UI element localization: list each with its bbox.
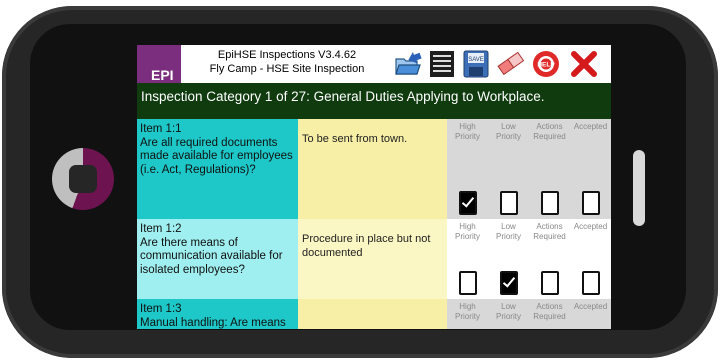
low-priority-checkbox[interactable] bbox=[500, 191, 518, 215]
checks-cell: High Priority Low Priority Actions Requi… bbox=[447, 119, 611, 219]
comment-text: To be sent from town. bbox=[302, 133, 408, 145]
low-priority-col: Low Priority bbox=[488, 299, 529, 329]
low-priority-label: Low Priority bbox=[496, 302, 521, 321]
logo-text: EPI bbox=[151, 67, 174, 83]
app-screen: EPI EpiHSE Inspections V3.4.62 Fly Camp … bbox=[137, 45, 611, 329]
accepted-checkbox[interactable] bbox=[582, 271, 600, 295]
low-priority-col: Low Priority bbox=[488, 119, 529, 219]
actions-required-col: Actions Required bbox=[529, 299, 570, 329]
inspection-row: Item 1:2 Are there means of communicatio… bbox=[137, 219, 611, 299]
app-header: EPI EpiHSE Inspections V3.4.62 Fly Camp … bbox=[137, 45, 611, 83]
high-priority-col: High Priority bbox=[447, 119, 488, 219]
item-label: Item 1:1 bbox=[140, 123, 182, 135]
item-label: Item 1:2 bbox=[140, 223, 182, 235]
high-priority-checkbox[interactable] bbox=[459, 191, 477, 215]
actions-required-label: Actions Required bbox=[533, 222, 566, 241]
accepted-col: Accepted bbox=[570, 119, 611, 219]
comment-text: Procedure in place but not documented bbox=[302, 233, 431, 259]
app-title: EpiHSE Inspections V3.4.62 Fly Camp - HS… bbox=[187, 48, 387, 76]
item-cell[interactable]: Item 1:2 Are there means of communicatio… bbox=[137, 219, 298, 299]
accepted-label: Accepted bbox=[573, 122, 608, 131]
list-icon[interactable] bbox=[427, 49, 457, 79]
save-icon[interactable]: SAVE bbox=[461, 49, 491, 79]
app-title-line2: Fly Camp - HSE Site Inspection bbox=[209, 63, 365, 75]
accepted-col: Accepted bbox=[570, 219, 611, 299]
accepted-col: Accepted bbox=[570, 299, 611, 329]
low-priority-col: Low Priority bbox=[488, 219, 529, 299]
high-priority-checkbox[interactable] bbox=[459, 271, 477, 295]
close-icon[interactable] bbox=[569, 49, 599, 79]
high-priority-col: High Priority bbox=[447, 219, 488, 299]
actions-required-col: Actions Required bbox=[529, 219, 570, 299]
eraser-icon[interactable] bbox=[495, 49, 525, 79]
item-text: Item 1:3 Manual handling: Are means bbox=[140, 303, 296, 329]
item-text: Item 1:1 Are all required documents made… bbox=[140, 123, 296, 177]
actions-required-checkbox[interactable] bbox=[541, 271, 559, 295]
accepted-label: Accepted bbox=[573, 302, 608, 311]
accepted-label: Accepted bbox=[573, 222, 608, 231]
category-title: Inspection Category 1 of 27: General Dut… bbox=[141, 89, 545, 104]
item-cell[interactable]: Item 1:1 Are all required documents made… bbox=[137, 119, 298, 219]
comment-cell[interactable]: Procedure in place but not documented bbox=[298, 219, 447, 299]
speaker-slot bbox=[633, 150, 645, 226]
category-header: Inspection Category 1 of 27: General Dut… bbox=[137, 83, 611, 119]
inspection-row: Item 1:3 Manual handling: Are means High… bbox=[137, 299, 611, 329]
low-priority-checkbox[interactable] bbox=[500, 271, 518, 295]
high-priority-label: High Priority bbox=[455, 222, 480, 241]
high-priority-label: High Priority bbox=[455, 302, 480, 321]
inspection-row: Item 1:1 Are all required documents made… bbox=[137, 119, 611, 219]
comment-cell[interactable]: To be sent from town. bbox=[298, 119, 447, 219]
actions-required-checkbox[interactable] bbox=[541, 191, 559, 215]
open-folder-icon[interactable] bbox=[393, 49, 423, 79]
item-question: Manual handling: Are means bbox=[140, 316, 286, 329]
accepted-checkbox[interactable] bbox=[582, 191, 600, 215]
save-icon-label: SAVE bbox=[468, 57, 484, 63]
app-logo: EPI bbox=[137, 45, 181, 83]
comment-cell[interactable] bbox=[298, 299, 447, 329]
low-priority-label: Low Priority bbox=[496, 122, 521, 141]
actions-required-col: Actions Required bbox=[529, 119, 570, 219]
actions-required-label: Actions Required bbox=[533, 122, 566, 141]
help-icon[interactable]: HELP bbox=[531, 49, 561, 79]
item-question: Are there means of communication availab… bbox=[140, 236, 283, 276]
item-question: Are all required documents made availabl… bbox=[140, 136, 293, 176]
item-text: Item 1:2 Are there means of communicatio… bbox=[140, 223, 296, 277]
home-button[interactable] bbox=[52, 148, 114, 210]
app-title-line1: EpiHSE Inspections V3.4.62 bbox=[217, 49, 357, 61]
low-priority-label: Low Priority bbox=[496, 222, 521, 241]
high-priority-col: High Priority bbox=[447, 299, 488, 329]
help-icon-label: HELP bbox=[537, 62, 555, 69]
item-label: Item 1:3 bbox=[140, 303, 182, 315]
checks-cell: High Priority Low Priority Actions Requi… bbox=[447, 219, 611, 299]
high-priority-label: High Priority bbox=[455, 122, 480, 141]
checks-cell: High Priority Low Priority Actions Requi… bbox=[447, 299, 611, 329]
item-cell[interactable]: Item 1:3 Manual handling: Are means bbox=[137, 299, 298, 329]
actions-required-label: Actions Required bbox=[533, 302, 566, 321]
